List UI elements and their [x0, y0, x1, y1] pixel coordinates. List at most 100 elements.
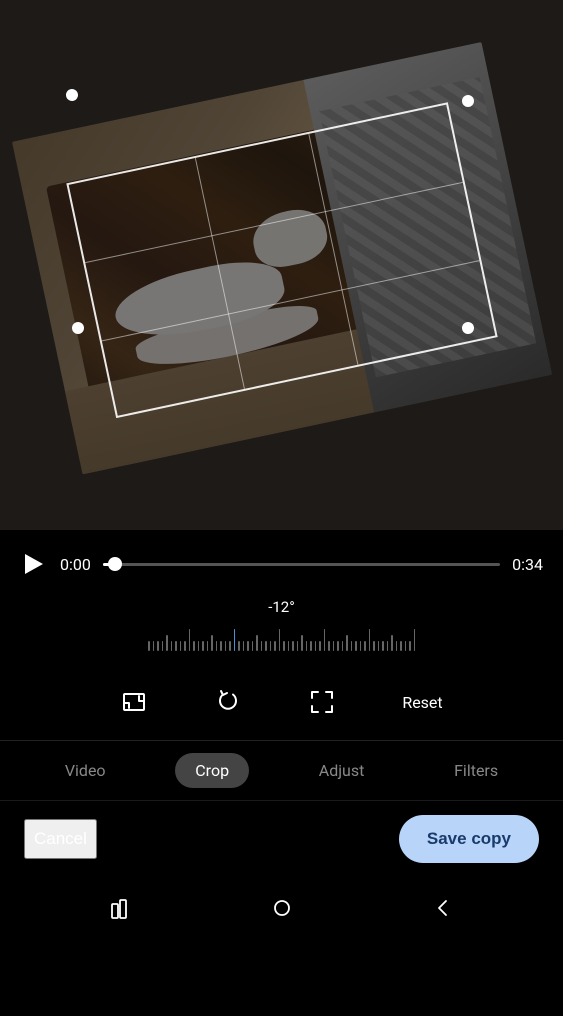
tick	[189, 629, 191, 651]
tick	[387, 641, 389, 651]
tick	[180, 641, 182, 651]
tick	[229, 641, 231, 651]
crop-handle-tl[interactable]	[65, 88, 79, 102]
tick	[166, 635, 168, 651]
play-button[interactable]	[20, 550, 48, 578]
tick	[337, 641, 339, 651]
tick	[346, 635, 348, 651]
tick	[247, 641, 249, 651]
tick	[360, 641, 362, 651]
controls-area: 0:00 0:34 -12°	[0, 530, 563, 953]
tick	[333, 641, 335, 651]
tick	[193, 641, 195, 651]
aspect-ratio-button[interactable]	[112, 680, 156, 724]
crop-handle-tr[interactable]	[462, 95, 474, 107]
nav-bar	[0, 877, 563, 953]
tick	[202, 641, 204, 651]
tick	[220, 641, 222, 651]
tick	[409, 641, 411, 651]
crop-handle-bl[interactable]	[72, 322, 84, 334]
tick	[324, 629, 326, 651]
tick	[265, 641, 267, 651]
tick	[157, 641, 159, 651]
tick	[198, 641, 200, 651]
tick	[243, 641, 245, 651]
tick	[306, 641, 308, 651]
tick	[274, 641, 276, 651]
tick	[328, 641, 330, 651]
tick	[175, 641, 177, 651]
reset-button[interactable]: Reset	[394, 685, 450, 720]
tab-crop[interactable]: Crop	[175, 753, 249, 788]
tick	[292, 641, 294, 651]
tick	[148, 641, 150, 651]
tick	[405, 641, 407, 651]
current-time: 0:00	[60, 555, 91, 574]
back-button[interactable]	[424, 889, 462, 933]
tick	[211, 635, 213, 651]
tick	[297, 641, 299, 651]
tick	[184, 641, 186, 651]
recent-apps-button[interactable]	[102, 889, 140, 933]
tools-row: Reset	[0, 672, 563, 741]
tick	[342, 641, 344, 651]
rotation-ruler[interactable]	[10, 624, 553, 656]
home-button[interactable]	[263, 889, 301, 933]
tick	[162, 641, 164, 651]
tick	[216, 641, 218, 651]
save-copy-button[interactable]: Save copy	[399, 815, 539, 863]
tick	[225, 641, 227, 651]
image-editor-area	[0, 0, 563, 530]
tick	[207, 641, 209, 651]
tick	[283, 641, 285, 651]
tick	[396, 641, 398, 651]
tick	[252, 641, 254, 651]
home-icon	[271, 897, 293, 919]
tab-video[interactable]: Video	[45, 753, 126, 788]
expand-button[interactable]	[300, 680, 344, 724]
tick	[391, 635, 393, 651]
tick	[279, 629, 281, 651]
tick	[319, 641, 321, 651]
tick	[171, 641, 173, 651]
tab-adjust[interactable]: Adjust	[299, 753, 385, 788]
photo-image	[11, 42, 551, 474]
rotate-button[interactable]	[206, 680, 250, 724]
tab-filters[interactable]: Filters	[434, 753, 518, 788]
playback-row: 0:00 0:34	[0, 550, 563, 578]
tick	[400, 641, 402, 651]
tab-row: Video Crop Adjust Filters	[0, 741, 563, 801]
recent-apps-icon	[110, 897, 132, 919]
tick	[382, 641, 384, 651]
tick	[310, 641, 312, 651]
tick	[301, 635, 303, 651]
angle-row: -12°	[0, 598, 563, 656]
tick	[364, 641, 366, 651]
crop-handle-br[interactable]	[462, 322, 474, 334]
back-icon	[432, 897, 454, 919]
tick	[355, 641, 357, 651]
tick	[261, 641, 263, 651]
tick	[315, 641, 317, 651]
tick	[373, 641, 375, 651]
tick-active	[234, 629, 236, 651]
tick	[153, 641, 155, 651]
tick	[270, 641, 272, 651]
photo-background	[0, 0, 563, 530]
aspect-ratio-icon	[121, 689, 147, 715]
tick	[369, 629, 371, 651]
angle-label: -12°	[268, 598, 295, 616]
cancel-button[interactable]: Cancel	[24, 819, 97, 859]
tick	[256, 635, 258, 651]
scrubber-thumb[interactable]	[108, 557, 122, 571]
action-row: Cancel Save copy	[0, 801, 563, 877]
rotate-icon	[215, 689, 241, 715]
scrubber-track[interactable]	[103, 563, 500, 566]
tick	[414, 629, 416, 651]
tick	[288, 641, 290, 651]
ruler-ticks	[148, 629, 415, 651]
tick	[378, 641, 380, 651]
total-time: 0:34	[512, 555, 543, 574]
tick	[351, 641, 353, 651]
play-icon	[25, 554, 43, 574]
